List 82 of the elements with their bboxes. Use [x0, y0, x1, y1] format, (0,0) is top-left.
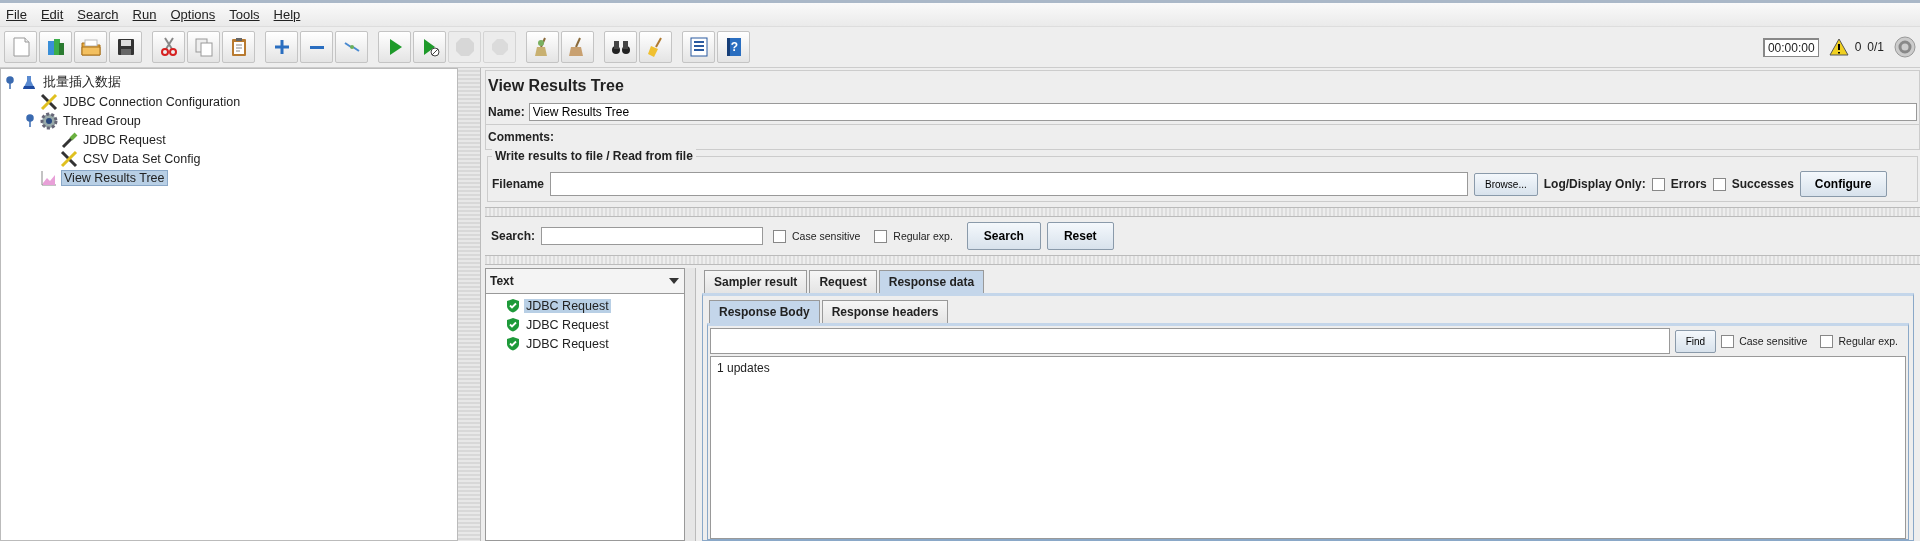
find-button[interactable]: Find	[1674, 329, 1717, 353]
menu-item[interactable]: Help	[273, 7, 301, 22]
shield-check-icon	[506, 317, 520, 332]
flask-icon	[20, 73, 38, 92]
tab[interactable]: Response data	[878, 270, 985, 293]
checkbox-label: Errors	[1670, 177, 1707, 191]
start-button[interactable]	[378, 31, 411, 63]
tree-item[interactable]: JDBC Connection Configuration	[61, 94, 243, 109]
shield-check-icon	[506, 298, 520, 313]
start-no-pause-button[interactable]	[413, 31, 446, 63]
tree-item[interactable]: JDBC Request	[81, 132, 168, 147]
elapsed-time: 00:00:00	[1762, 37, 1819, 57]
help-button[interactable]: ?	[717, 31, 750, 63]
checkbox[interactable]	[1820, 334, 1834, 348]
name-label: Name:	[488, 105, 525, 119]
remove-button[interactable]	[300, 31, 333, 63]
checkbox[interactable]	[1712, 177, 1726, 191]
shield-check-icon	[506, 336, 520, 351]
expanded-handle-icon[interactable]	[5, 75, 15, 90]
tab[interactable]: Response headers	[821, 300, 949, 323]
toggle-button[interactable]	[335, 31, 368, 63]
warning-count: 0	[1854, 40, 1862, 54]
checkbox-label: Regular exp.	[893, 230, 953, 242]
tree-item[interactable]: Thread Group	[61, 113, 143, 128]
filename-label: Filename	[492, 177, 545, 191]
menu-item[interactable]: Tools	[229, 7, 260, 22]
paste-button[interactable]	[222, 31, 255, 63]
response-text: 1 updates	[717, 361, 770, 375]
checkbox-label: Case sensitive	[1739, 335, 1808, 347]
search-button[interactable]	[604, 31, 637, 63]
tab[interactable]: Response Body	[709, 300, 820, 323]
warning-icon[interactable]	[1828, 38, 1849, 56]
checkbox[interactable]	[1721, 334, 1735, 348]
tree-item[interactable]: View Results Tree	[61, 169, 168, 186]
menu-item[interactable]: Search	[77, 7, 119, 22]
filename-field[interactable]	[550, 172, 1469, 196]
tab[interactable]: Request	[809, 270, 877, 293]
name-field[interactable]: View Results Tree	[528, 103, 1917, 121]
checkbox-label: Successes	[1731, 177, 1794, 191]
configure-button[interactable]: Configure	[1799, 171, 1887, 197]
menu-item[interactable]: Run	[132, 7, 157, 22]
help-book-icon: ?	[726, 38, 741, 56]
comments-label: Comments:	[488, 130, 554, 144]
checkbox[interactable]	[773, 229, 787, 243]
log-display-label: Log/Display Only:	[1543, 177, 1646, 191]
checkbox-label: Regular exp.	[1838, 335, 1898, 347]
checkbox-label: Case sensitive	[792, 230, 861, 242]
gear-icon	[40, 111, 58, 130]
menu-item[interactable]: Options	[170, 7, 216, 22]
add-button[interactable]	[265, 31, 298, 63]
expanded-handle-icon[interactable]	[25, 113, 35, 128]
cut-button[interactable]	[152, 31, 185, 63]
checkbox[interactable]	[1651, 177, 1665, 191]
status-indicator-icon	[1894, 36, 1916, 58]
result-item[interactable]: JDBC Request	[524, 298, 611, 313]
save-button[interactable]	[109, 31, 142, 63]
minus-icon	[309, 45, 324, 49]
tab[interactable]: Sampler result	[704, 270, 808, 293]
clear-button[interactable]	[526, 31, 559, 63]
thread-count: 0/1	[1867, 40, 1884, 54]
pipette-icon	[60, 130, 78, 149]
menu-item[interactable]: Edit	[40, 7, 64, 22]
search-button[interactable]: Search	[966, 222, 1041, 250]
clear-all-button[interactable]	[561, 31, 594, 63]
reset-button[interactable]: Reset	[1046, 222, 1114, 250]
find-field[interactable]	[710, 328, 1670, 354]
search-field[interactable]	[541, 227, 764, 245]
browse-button[interactable]: Browse...	[1474, 172, 1538, 196]
chart-icon	[40, 168, 58, 187]
search-label: Search:	[491, 229, 536, 243]
group-title: Write results to file / Read from file	[492, 149, 696, 163]
function-helper-button[interactable]	[682, 31, 715, 63]
dropdown-arrow-icon	[668, 277, 680, 285]
tree-item[interactable]: 批量插入数据	[41, 74, 123, 91]
checkbox[interactable]	[874, 229, 888, 243]
panel-title: View Results Tree	[485, 70, 1920, 100]
result-item[interactable]: JDBC Request	[524, 336, 611, 351]
result-item[interactable]: JDBC Request	[524, 317, 611, 332]
tree-item[interactable]: CSV Data Set Config	[81, 151, 203, 166]
renderer-dropdown[interactable]: Text	[486, 269, 684, 294]
menu-item[interactable]: File	[6, 7, 27, 22]
templates-button[interactable]	[39, 31, 72, 63]
